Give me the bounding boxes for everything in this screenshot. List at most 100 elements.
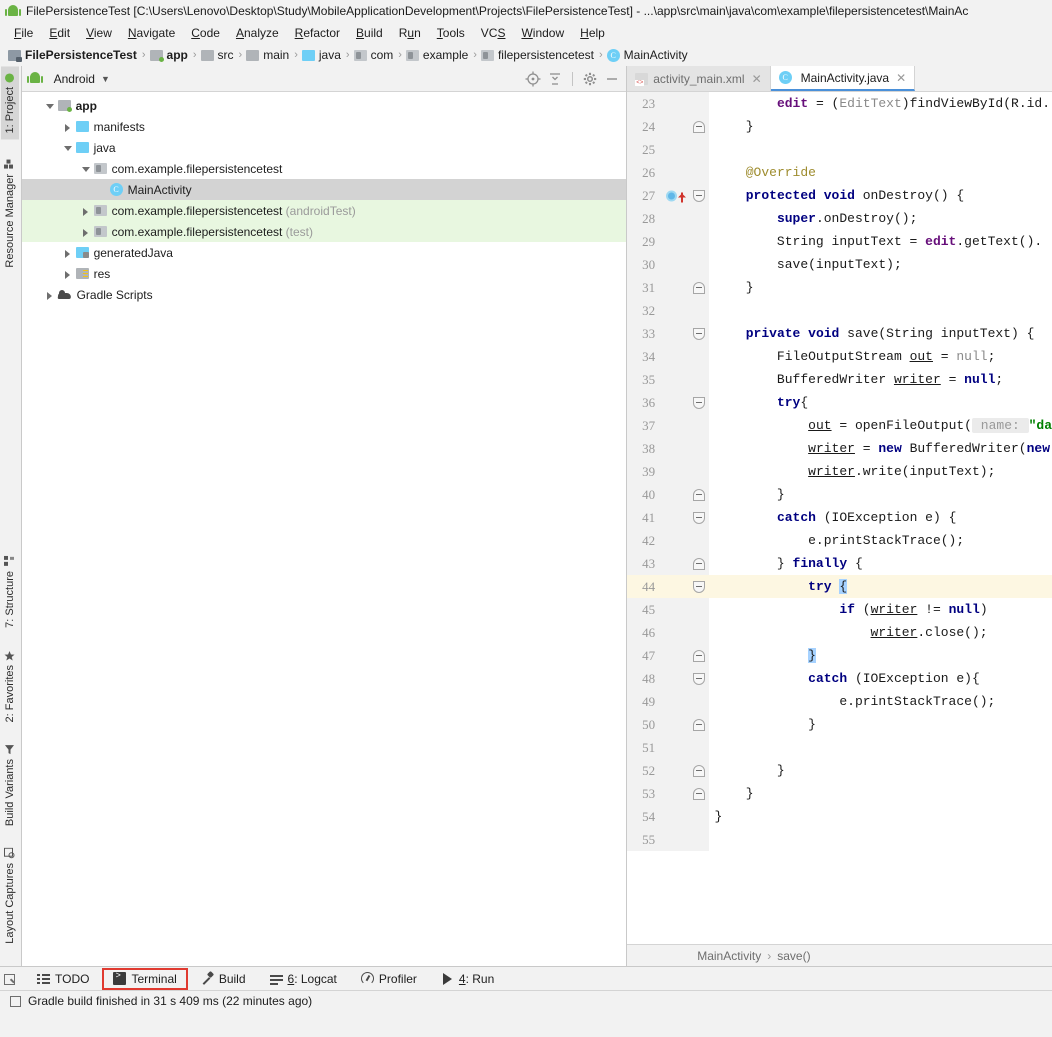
chevron-down-icon[interactable]: ▼	[101, 74, 110, 84]
code-text[interactable]: }	[709, 115, 1052, 138]
gutter-markers[interactable]	[660, 552, 687, 575]
chevron-down-icon[interactable]	[62, 142, 74, 154]
code-text[interactable]: private void save(String inputText) {	[709, 322, 1052, 345]
code-text[interactable]: catch (IOException e){	[709, 667, 1052, 690]
code-line-26[interactable]: 26 @Override	[627, 161, 1052, 184]
breadcrumb-item-example[interactable]: example	[404, 47, 471, 63]
code-line-27[interactable]: 27 protected void onDestroy() {	[627, 184, 1052, 207]
fold-toggle-icon[interactable]	[692, 787, 705, 800]
code-text[interactable]	[709, 299, 1052, 322]
project-view-selector[interactable]: Android	[54, 72, 95, 86]
breadcrumb-item-main[interactable]: main	[244, 47, 292, 63]
fold-toggle-icon[interactable]	[692, 511, 705, 524]
fold-gutter[interactable]	[686, 253, 709, 276]
code-text[interactable]: }	[709, 782, 1052, 805]
menu-help[interactable]: Help	[572, 24, 613, 42]
settings-gear-icon[interactable]	[582, 71, 598, 87]
breadcrumb-method[interactable]: save()	[777, 949, 810, 963]
close-icon[interactable]: ✕	[752, 72, 762, 86]
code-line-29[interactable]: 29 String inputText = edit.getText().	[627, 230, 1052, 253]
fold-gutter[interactable]	[686, 414, 709, 437]
gutter-markers[interactable]	[660, 690, 687, 713]
code-line-55[interactable]: 55	[627, 828, 1052, 851]
fold-gutter[interactable]	[686, 437, 709, 460]
code-line-30[interactable]: 30 save(inputText);	[627, 253, 1052, 276]
menu-tools[interactable]: Tools	[429, 24, 473, 42]
tree-item-java[interactable]: java	[22, 137, 627, 158]
gutter-markers[interactable]	[660, 184, 687, 207]
code-line-31[interactable]: 31 }	[627, 276, 1052, 299]
fold-toggle-icon[interactable]	[692, 396, 705, 409]
tree-item-manifests[interactable]: manifests	[22, 116, 627, 137]
fold-gutter[interactable]	[686, 299, 709, 322]
menu-view[interactable]: View	[78, 24, 120, 42]
gutter-markers[interactable]	[660, 621, 687, 644]
gutter-markers[interactable]	[660, 828, 687, 851]
bottom-button-profiler[interactable]: Profiler	[350, 968, 428, 990]
gutter-markers[interactable]	[660, 460, 687, 483]
code-text[interactable]: if (writer != null)	[709, 598, 1052, 621]
code-line-32[interactable]: 32	[627, 299, 1052, 322]
code-line-43[interactable]: 43 } finally {	[627, 552, 1052, 575]
code-line-36[interactable]: 36 try{	[627, 391, 1052, 414]
fold-toggle-icon[interactable]	[692, 281, 705, 294]
code-text[interactable]: FileOutputStream out = null;	[709, 345, 1052, 368]
code-text[interactable]: writer = new BufferedWriter(new	[709, 437, 1052, 460]
gutter-markers[interactable]	[660, 414, 687, 437]
code-line-35[interactable]: 35 BufferedWriter writer = null;	[627, 368, 1052, 391]
code-text[interactable]: out = openFileOutput( name: "da	[709, 414, 1052, 437]
tool-button-build-variants[interactable]: Build Variants	[1, 738, 19, 832]
fold-gutter[interactable]	[686, 552, 709, 575]
fold-gutter[interactable]	[686, 529, 709, 552]
code-line-23[interactable]: 23 edit = (EditText)findViewById(R.id.	[627, 92, 1052, 115]
menu-code[interactable]: Code	[183, 24, 228, 42]
code-text[interactable]: writer.write(inputText);	[709, 460, 1052, 483]
code-line-45[interactable]: 45 if (writer != null)	[627, 598, 1052, 621]
breadcrumb-item-filepersistencetest[interactable]: filepersistencetest	[479, 47, 597, 63]
code-text[interactable]: writer.close();	[709, 621, 1052, 644]
tree-item-package-main[interactable]: com.example.filepersistencetest	[22, 158, 627, 179]
editor-tab-mainactivity-java[interactable]: C MainActivity.java ✕	[770, 66, 916, 91]
code-text[interactable]: protected void onDestroy() {	[709, 184, 1052, 207]
gutter-markers[interactable]	[660, 322, 687, 345]
code-line-46[interactable]: 46 writer.close();	[627, 621, 1052, 644]
gutter-markers[interactable]	[660, 713, 687, 736]
code-text[interactable]: }	[709, 759, 1052, 782]
menu-build[interactable]: Build	[348, 24, 391, 42]
code-text[interactable]	[709, 736, 1052, 759]
gutter-markers[interactable]	[660, 161, 687, 184]
code-text[interactable]: }	[709, 713, 1052, 736]
tree-item-app[interactable]: app	[22, 95, 627, 116]
code-line-48[interactable]: 48 catch (IOException e){	[627, 667, 1052, 690]
fold-gutter[interactable]	[686, 598, 709, 621]
menu-vcs[interactable]: VCS	[473, 24, 514, 42]
fold-gutter[interactable]	[686, 759, 709, 782]
fold-gutter[interactable]	[686, 161, 709, 184]
locate-target-icon[interactable]	[525, 71, 541, 87]
chevron-right-icon[interactable]	[62, 121, 74, 133]
tree-item-gradle-scripts[interactable]: Gradle Scripts	[22, 284, 627, 305]
fold-gutter[interactable]	[686, 138, 709, 161]
tree-item-generatedjava[interactable]: generatedJava	[22, 242, 627, 263]
fold-gutter[interactable]	[686, 805, 709, 828]
fold-gutter[interactable]	[686, 828, 709, 851]
menu-edit[interactable]: Edit	[41, 24, 78, 42]
menu-analyze[interactable]: Analyze	[228, 24, 287, 42]
breadcrumb-class[interactable]: MainActivity	[697, 949, 761, 963]
code-text[interactable]: e.printStackTrace();	[709, 690, 1052, 713]
chevron-down-icon[interactable]	[80, 163, 92, 175]
tree-item-mainactivity[interactable]: C MainActivity	[21, 179, 627, 200]
fold-toggle-icon[interactable]	[692, 672, 705, 685]
gutter-markers[interactable]	[660, 437, 687, 460]
code-line-47[interactable]: 47 }	[627, 644, 1052, 667]
fold-toggle-icon[interactable]	[692, 649, 705, 662]
gutter-markers[interactable]	[660, 759, 687, 782]
code-line-40[interactable]: 40 }	[627, 483, 1052, 506]
tool-button-favorites[interactable]: 2: Favorites	[1, 644, 19, 728]
gutter-markers[interactable]	[660, 644, 687, 667]
code-text[interactable]: @Override	[709, 161, 1052, 184]
code-text[interactable]: BufferedWriter writer = null;	[709, 368, 1052, 391]
gutter-markers[interactable]	[660, 345, 687, 368]
code-text[interactable]: e.printStackTrace();	[709, 529, 1052, 552]
bottom-button-build[interactable]: Build	[190, 968, 257, 990]
